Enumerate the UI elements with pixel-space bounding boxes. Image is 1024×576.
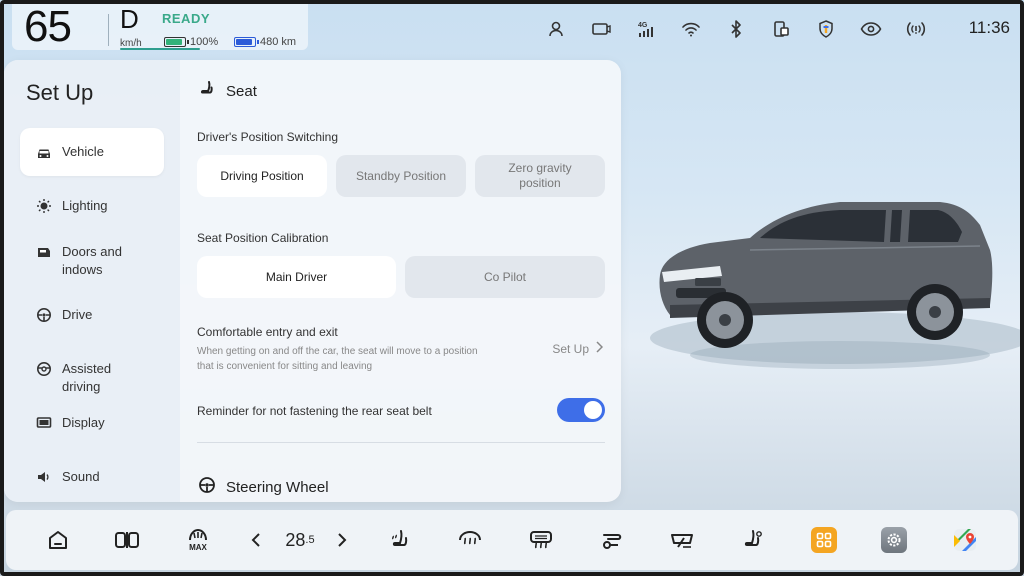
battery-percent: 100% (190, 36, 219, 48)
seat-section-header: Seat (198, 80, 257, 102)
toggle-knob (584, 401, 602, 419)
position-switching-label: Driver's Position Switching (197, 130, 339, 144)
split-screen-icon[interactable] (109, 522, 145, 558)
signal-4g-icon: 4G (623, 16, 668, 42)
sidebar-item-label: Assisted driving (62, 361, 112, 394)
chevron-right-icon (595, 341, 604, 356)
sidebar-item-label: Sound (62, 469, 100, 484)
range-value: 480 km (260, 36, 297, 48)
door-icon (36, 244, 52, 260)
sidebar-item-sound[interactable]: Sound (20, 468, 164, 486)
temperature-display: 28.5 (278, 522, 322, 558)
calibration-label: Seat Position Calibration (197, 231, 329, 245)
main-driver-button[interactable]: Main Driver (197, 256, 396, 298)
status-icons: 4G (533, 16, 938, 42)
temperature-value: 28 (285, 529, 306, 550)
driving-position-button[interactable]: Driving Position (197, 155, 327, 197)
seat-ventilation-icon[interactable] (735, 522, 771, 558)
front-defrost-icon[interactable] (452, 522, 488, 558)
wiper-icon[interactable] (664, 522, 700, 558)
speed-panel: 65 D km/h READY 100% 480 km (12, 2, 308, 51)
max-label: MAX (189, 543, 207, 552)
wifi-icon[interactable] (668, 16, 713, 42)
steering-title: Steering Wheel (226, 478, 329, 496)
comfort-entry-setup-link[interactable]: Set Up (552, 341, 604, 356)
home-icon[interactable] (40, 522, 76, 558)
steering-wheel-icon (198, 476, 216, 498)
settings-panel: Set Up Vehicle Lighting Doors and indows… (4, 60, 621, 502)
battery-icon (164, 37, 189, 47)
steering-icon (36, 307, 52, 323)
seat-heat-icon[interactable] (382, 522, 418, 558)
person-icon[interactable] (533, 16, 578, 42)
apps-icon[interactable] (806, 522, 842, 558)
sidebar-item-doors[interactable]: Doors and indows (20, 243, 164, 279)
standby-position-button[interactable]: Standby Position (336, 155, 466, 197)
assist-icon (36, 361, 52, 377)
rear-defrost-icon[interactable] (523, 522, 559, 558)
car-icon (36, 145, 52, 161)
eye-icon[interactable] (848, 16, 893, 42)
bottom-dock: MAX 28.5 (6, 510, 1018, 570)
temperature-decimal: .5 (305, 534, 315, 546)
temp-up-button[interactable] (332, 522, 352, 558)
settings-content: Seat Driver's Position Switching Driving… (180, 60, 621, 502)
chevron-left-icon (251, 533, 260, 547)
co-pilot-button[interactable]: Co Pilot (405, 256, 605, 298)
sidebar-item-label: Drive (62, 307, 93, 322)
sidebar-item-lighting[interactable]: Lighting (20, 197, 164, 215)
speed-value: 65 (24, 2, 72, 51)
temp-down-button[interactable] (246, 522, 266, 558)
zero-gravity-position-button[interactable]: Zero gravity position (475, 155, 605, 197)
display-icon (36, 415, 52, 431)
steering-section-header: Steering Wheel (198, 476, 329, 498)
dashcam-icon[interactable] (578, 16, 623, 42)
phone-mirror-icon[interactable] (758, 16, 803, 42)
seat-title: Seat (226, 82, 257, 100)
speed-divider (108, 14, 109, 46)
clock: 11:36 (968, 18, 1010, 37)
setup-link-label: Set Up (552, 341, 589, 356)
status-bar: 65 D km/h READY 100% 480 km 4G 11:36 (0, 0, 1024, 56)
light-icon (36, 198, 52, 214)
sidebar-item-label: Display (62, 415, 105, 430)
comfort-entry-label: Comfortable entry and exit (197, 325, 338, 339)
range-battery-icon (234, 37, 259, 47)
maps-icon[interactable] (947, 522, 983, 558)
sidebar-item-vehicle[interactable]: Vehicle (20, 128, 164, 176)
sidebar-item-label: Lighting (62, 198, 108, 213)
broadcast-icon[interactable] (893, 16, 938, 42)
battery-indicator: 100% (164, 36, 218, 48)
settings-gear-icon[interactable] (876, 522, 912, 558)
vehicle-image (640, 180, 1024, 380)
seat-belt-reminder-label: Reminder for not fastening the rear seat… (197, 404, 432, 418)
ready-indicator: READY (162, 11, 211, 26)
seat-icon (198, 80, 216, 102)
sidebar-item-label: Doors and indows (62, 244, 122, 277)
bluetooth-icon[interactable] (713, 16, 758, 42)
speed-underline (120, 48, 200, 50)
speaker-icon (36, 469, 52, 485)
sidebar-item-drive[interactable]: Drive (20, 306, 164, 324)
shield-icon[interactable] (803, 16, 848, 42)
max-defrost-button[interactable]: MAX (180, 522, 216, 558)
network-label: 4G (638, 22, 648, 29)
sidebar-item-display[interactable]: Display (20, 414, 164, 432)
defrost-icon (189, 528, 207, 541)
comfort-entry-description: When getting on and off the car, the sea… (197, 346, 478, 372)
sidebar-item-assisted-driving[interactable]: Assisted driving (20, 360, 164, 396)
air-circulation-icon[interactable] (594, 522, 630, 558)
chevron-right-icon (338, 533, 347, 547)
sidebar-item-label: Vehicle (62, 144, 104, 159)
section-divider (197, 442, 605, 443)
seat-belt-reminder-toggle[interactable] (557, 398, 605, 422)
gear-indicator: D (120, 4, 139, 34)
sidebar-title: Set Up (26, 80, 94, 105)
settings-sidebar: Set Up Vehicle Lighting Doors and indows… (4, 60, 180, 502)
range-indicator: 480 km (234, 36, 296, 48)
